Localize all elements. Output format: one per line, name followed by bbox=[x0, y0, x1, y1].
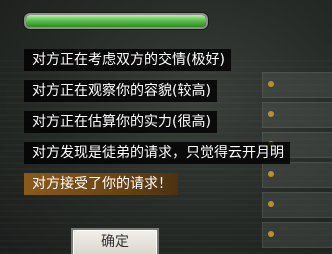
dialog-scene: 对方正在考虑双方的交情(极好) 对方正在观察你的容貌(较高) 对方正在估算你的实… bbox=[0, 0, 332, 254]
message-line-strength: 对方正在估算你的实力(很高) bbox=[24, 111, 217, 133]
coin-icon bbox=[268, 111, 274, 117]
confirm-button[interactable]: 确定 bbox=[71, 228, 159, 254]
progress-fill bbox=[26, 15, 206, 27]
coin-icon bbox=[268, 81, 274, 87]
relationship-progress-bar bbox=[24, 13, 208, 29]
message-line-appearance: 对方正在观察你的容貌(较高) bbox=[24, 80, 217, 102]
message-line-apprentice: 对方发现是徒弟的请求，只觉得云开月明 bbox=[24, 142, 290, 164]
coin-icon bbox=[268, 201, 274, 207]
message-line-friendship: 对方正在考虑双方的交情(极好) bbox=[24, 49, 231, 71]
coin-icon bbox=[268, 171, 274, 177]
coin-icon bbox=[268, 231, 274, 237]
message-line-accepted: 对方接受了你的请求！ bbox=[24, 173, 178, 195]
